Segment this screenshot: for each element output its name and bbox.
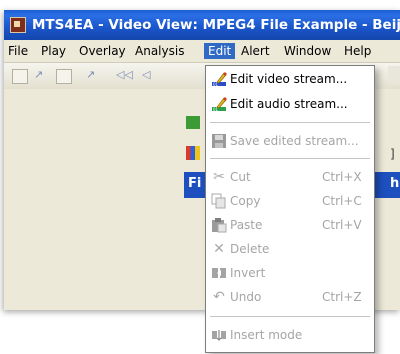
- toolbar-save-icon[interactable]: [56, 69, 72, 84]
- undo-icon: ↶: [213, 289, 225, 305]
- menu-alert[interactable]: Alert: [237, 43, 274, 59]
- scissors-icon: ✂: [213, 169, 225, 185]
- green-status-icon: [186, 116, 200, 129]
- menu-item-edit-video[interactable]: 01 Edit video stream...: [206, 68, 374, 90]
- toolbar-end-icon: [388, 66, 400, 84]
- invert-icon: [211, 265, 227, 281]
- menu-separator: [210, 158, 370, 159]
- menu-item-invert[interactable]: Invert: [206, 262, 374, 284]
- menu-item-shortcut: Ctrl+V: [322, 218, 362, 232]
- edit-audio-icon: 01: [211, 96, 227, 112]
- menu-analysis[interactable]: Analysis: [131, 43, 188, 59]
- toolbar-new-icon[interactable]: [12, 69, 28, 84]
- menu-item-paste[interactable]: Paste Ctrl+V: [206, 214, 374, 236]
- menu-item-label: Edit video stream...: [230, 72, 348, 86]
- copy-icon: [211, 193, 227, 209]
- toolbar-open-icon[interactable]: ↗: [34, 68, 48, 82]
- panel-header-label: Fi: [188, 176, 202, 191]
- toolbar-step-back-icon[interactable]: ◁: [142, 68, 156, 82]
- insert-mode-icon: [211, 327, 227, 343]
- menu-separator: [210, 122, 370, 123]
- menu-item-label: Cut: [230, 170, 251, 184]
- menu-item-label: Delete: [230, 242, 270, 256]
- menu-item-label: Save edited stream...: [230, 134, 359, 148]
- menu-item-insert-mode[interactable]: Insert mode: [206, 324, 374, 346]
- menu-item-delete[interactable]: ✕ Delete: [206, 238, 374, 260]
- menu-help[interactable]: Help: [340, 43, 375, 59]
- svg-text:01: 01: [213, 107, 219, 112]
- menu-item-save-edited[interactable]: Save edited stream...: [206, 130, 374, 152]
- menu-play[interactable]: Play: [37, 43, 70, 59]
- paste-icon: [211, 217, 227, 233]
- edit-video-icon: 01: [211, 71, 227, 87]
- menu-item-label: Edit audio stream...: [230, 97, 348, 111]
- menu-item-shortcut: Ctrl+X: [322, 170, 362, 184]
- menu-separator: [210, 316, 370, 317]
- menu-item-label: Insert mode: [230, 328, 303, 342]
- panel-header-label-right: h: [390, 176, 400, 191]
- toolbar-export-icon[interactable]: ↗: [86, 68, 100, 82]
- menu-item-edit-audio[interactable]: 01 Edit audio stream...: [206, 93, 374, 115]
- menu-item-label: Undo: [230, 290, 262, 304]
- menu-window[interactable]: Window: [280, 43, 335, 59]
- menu-item-label: Copy: [230, 194, 261, 208]
- menu-item-cut[interactable]: ✂ Cut Ctrl+X: [206, 166, 374, 188]
- menu-item-copy[interactable]: Copy Ctrl+C: [206, 190, 374, 212]
- menu-edit[interactable]: Edit: [204, 43, 236, 59]
- title-bar[interactable]: MTS4EA - Video View: MPEG4 File Example …: [4, 10, 400, 40]
- color-indicator-icon: [186, 146, 200, 160]
- menu-item-shortcut: Ctrl+Z: [322, 290, 362, 304]
- edge-fragment: ]: [390, 147, 395, 161]
- menu-bar: File Play Overlay Analysis Edit Alert Wi…: [4, 40, 400, 63]
- menu-item-label: Paste: [230, 218, 263, 232]
- menu-item-label: Invert: [230, 266, 266, 280]
- save-disk-icon: [211, 133, 227, 149]
- menu-item-undo[interactable]: ↶ Undo Ctrl+Z: [206, 286, 374, 308]
- toolbar-rewind-icon[interactable]: ◁◁: [116, 68, 133, 82]
- menu-item-shortcut: Ctrl+C: [322, 194, 362, 208]
- app-icon[interactable]: [10, 17, 26, 33]
- window-title: MTS4EA - Video View: MPEG4 File Example …: [32, 17, 400, 33]
- delete-x-icon: ✕: [213, 241, 225, 257]
- menu-overlay[interactable]: Overlay: [75, 43, 130, 59]
- menu-file[interactable]: File: [4, 43, 32, 59]
- edit-menu-dropdown: 01 Edit video stream... 01 Edit audio st…: [205, 65, 375, 353]
- svg-text:01: 01: [213, 82, 219, 87]
